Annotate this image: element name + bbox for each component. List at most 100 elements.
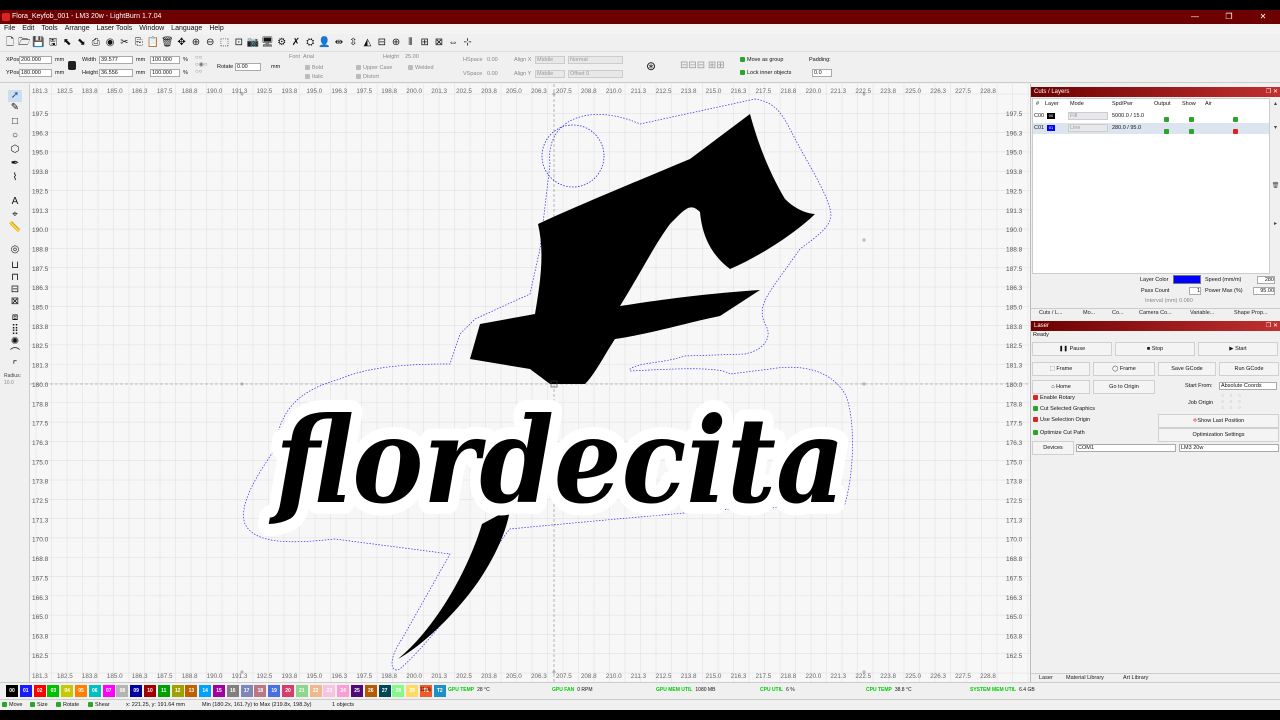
tab-variable-text[interactable]: Variable...: [1190, 309, 1214, 318]
go-to-origin-button[interactable]: Go to Origin: [1093, 380, 1155, 394]
mirror-icon[interactable]: ◭: [362, 37, 374, 49]
port-select[interactable]: COM1: [1076, 444, 1176, 452]
palette-swatch[interactable]: 17: [240, 685, 253, 697]
monitor-icon[interactable]: 🖥: [261, 37, 274, 49]
menu-file[interactable]: File: [4, 24, 15, 34]
offset-input[interactable]: Offset 0: [568, 70, 623, 78]
frame-rect-button[interactable]: ⬚ Frame: [1032, 362, 1090, 376]
radius-input[interactable]: 10.0: [4, 380, 14, 386]
zoom-page-icon[interactable]: ⊡: [233, 37, 245, 49]
menu-language[interactable]: Language: [171, 24, 202, 34]
dock-icon[interactable]: ⊠: [433, 37, 445, 49]
padding-input[interactable]: 0.0: [812, 69, 832, 77]
job-origin-selector[interactable]: ○ ○ ○ ○ ○ ○ ○ ○ ○: [1221, 393, 1269, 413]
palette-swatch[interactable]: 27: [378, 685, 391, 697]
cursor-icon[interactable]: ➚: [8, 90, 22, 102]
home-button[interactable]: ⌂ Home: [1032, 380, 1090, 394]
scale-height-input[interactable]: 100.000: [150, 69, 180, 77]
palette-swatch[interactable]: 03: [47, 685, 60, 697]
palette-swatch[interactable]: 23: [323, 685, 336, 697]
device-select[interactable]: LM3 20w: [1179, 444, 1279, 452]
tools-icon[interactable]: ✗: [290, 37, 302, 49]
group-icon[interactable]: ⛭: [304, 37, 316, 49]
cut-layer-row[interactable]: C01 01 Line 280.0 / 95.0: [1033, 123, 1269, 135]
run-gcode-button[interactable]: Run GCode: [1219, 362, 1279, 376]
palette-swatch[interactable]: 01: [19, 685, 32, 697]
palette-swatch[interactable]: 04: [61, 685, 74, 697]
menu-arrange[interactable]: Arrange: [65, 24, 90, 34]
polyline-icon[interactable]: ⌇: [8, 172, 22, 184]
layer-color-picker[interactable]: [1173, 275, 1201, 284]
cut-selected-graphics-checkbox[interactable]: Cut Selected Graphics: [1040, 406, 1095, 412]
import-icon[interactable]: ⬉: [61, 37, 73, 49]
paste-icon[interactable]: 📋: [147, 37, 159, 49]
pen-icon[interactable]: ✒: [8, 158, 22, 170]
lock-ratio-icon[interactable]: [68, 61, 76, 70]
grid-icon[interactable]: ⊹: [462, 37, 474, 49]
lock-inner-objects-checkbox[interactable]: Lock inner objects: [747, 70, 791, 76]
polygon-icon[interactable]: ⬡: [8, 144, 22, 156]
arrange-icon[interactable]: ⊞: [419, 37, 431, 49]
intersect-icon[interactable]: ⊠: [8, 296, 22, 308]
subtract-icon[interactable]: ⊟: [8, 284, 22, 296]
rotate-input[interactable]: 0.00: [235, 63, 261, 71]
show-last-position-button[interactable]: ✛Show Last Position: [1158, 414, 1279, 428]
copy-icon[interactable]: ⎘: [133, 37, 145, 49]
hspace-input[interactable]: 0.00: [487, 57, 498, 63]
export-icon[interactable]: ⬊: [76, 37, 88, 49]
palette-swatch[interactable]: 22: [309, 685, 322, 697]
align-x-select[interactable]: Middle: [535, 56, 565, 64]
text-style-select[interactable]: Normal: [568, 56, 623, 64]
nudge-icon[interactable]: ⇔: [447, 37, 459, 49]
palette-swatch[interactable]: 02: [33, 685, 46, 697]
center-icon[interactable]: ⊕: [390, 37, 402, 49]
edit-nodes-icon[interactable]: ✎: [8, 102, 22, 114]
optimize-cut-path-checkbox[interactable]: Optimize Cut Path: [1040, 430, 1085, 436]
palette-swatch[interactable]: 20: [282, 685, 294, 697]
palette-swatch[interactable]: 10: [144, 685, 156, 697]
delete-layer-icon[interactable]: 🗑: [1271, 182, 1280, 191]
text-height-input[interactable]: 25.00: [405, 54, 419, 60]
zoom-frame-icon[interactable]: ⬚: [219, 37, 231, 49]
delete-icon[interactable]: 🗑: [161, 37, 174, 49]
align-tools-icon[interactable]: ⊟⊟⊟ ⊞⊞: [680, 60, 725, 72]
tab-camera-control[interactable]: Camera Co...: [1139, 309, 1172, 318]
pass-count-input[interactable]: 1: [1189, 287, 1201, 295]
palette-swatch[interactable]: 16: [226, 685, 239, 697]
print-icon[interactable]: ⎙: [90, 37, 102, 49]
circle-tool-icon[interactable]: ◎: [8, 244, 22, 256]
offset-icon[interactable]: ⧈: [8, 312, 22, 324]
upper-case-checkbox[interactable]: Upper Case: [363, 65, 392, 71]
move-as-group-checkbox[interactable]: Move as group: [747, 57, 783, 63]
cut-icon[interactable]: ✂: [118, 37, 130, 49]
palette-swatch[interactable]: 26: [364, 685, 377, 697]
pause-button[interactable]: ❚❚ Pause: [1032, 342, 1112, 356]
scale-width-input[interactable]: 100.000: [150, 56, 180, 64]
palette-swatch[interactable]: 24: [337, 685, 350, 697]
anchor-grid-icon[interactable]: ○○ ○◉○ ○○: [195, 55, 215, 81]
rectangle-icon[interactable]: □: [8, 116, 22, 128]
enable-rotary-checkbox[interactable]: Enable Rotary: [1040, 395, 1075, 401]
tab-cuts-layers[interactable]: Cuts / L...: [1039, 309, 1063, 318]
corner-icon[interactable]: ⌜: [8, 360, 22, 372]
tab-move[interactable]: Mo...: [1083, 309, 1095, 318]
panel-close-icon[interactable]: ❐ ✕: [1266, 87, 1278, 97]
palette-swatch[interactable]: 13: [185, 685, 198, 697]
save-icon[interactable]: 💾: [32, 37, 44, 49]
palette-swatch[interactable]: 21: [295, 685, 308, 697]
speed-input[interactable]: 280: [1257, 276, 1275, 284]
height-input[interactable]: 36.556: [99, 69, 133, 77]
close-button[interactable]: ✕: [1246, 10, 1280, 24]
vspace-input[interactable]: 0.00: [487, 71, 498, 77]
width-input[interactable]: 39.577: [99, 56, 133, 64]
use-selection-origin-checkbox[interactable]: Use Selection Origin: [1040, 417, 1090, 423]
menu-laser-tools[interactable]: Laser Tools: [97, 24, 133, 34]
ellipse-icon[interactable]: ○: [8, 130, 22, 142]
palette-swatch[interactable]: 19: [268, 685, 281, 697]
font-select[interactable]: Arial: [303, 54, 314, 60]
palette-swatch[interactable]: 15: [213, 685, 225, 697]
start-button[interactable]: ▶ Start: [1198, 342, 1278, 356]
move-icon[interactable]: ✥: [176, 37, 188, 49]
settings-icon[interactable]: ⚙: [276, 37, 288, 49]
palette-swatch[interactable]: T2: [433, 685, 446, 697]
